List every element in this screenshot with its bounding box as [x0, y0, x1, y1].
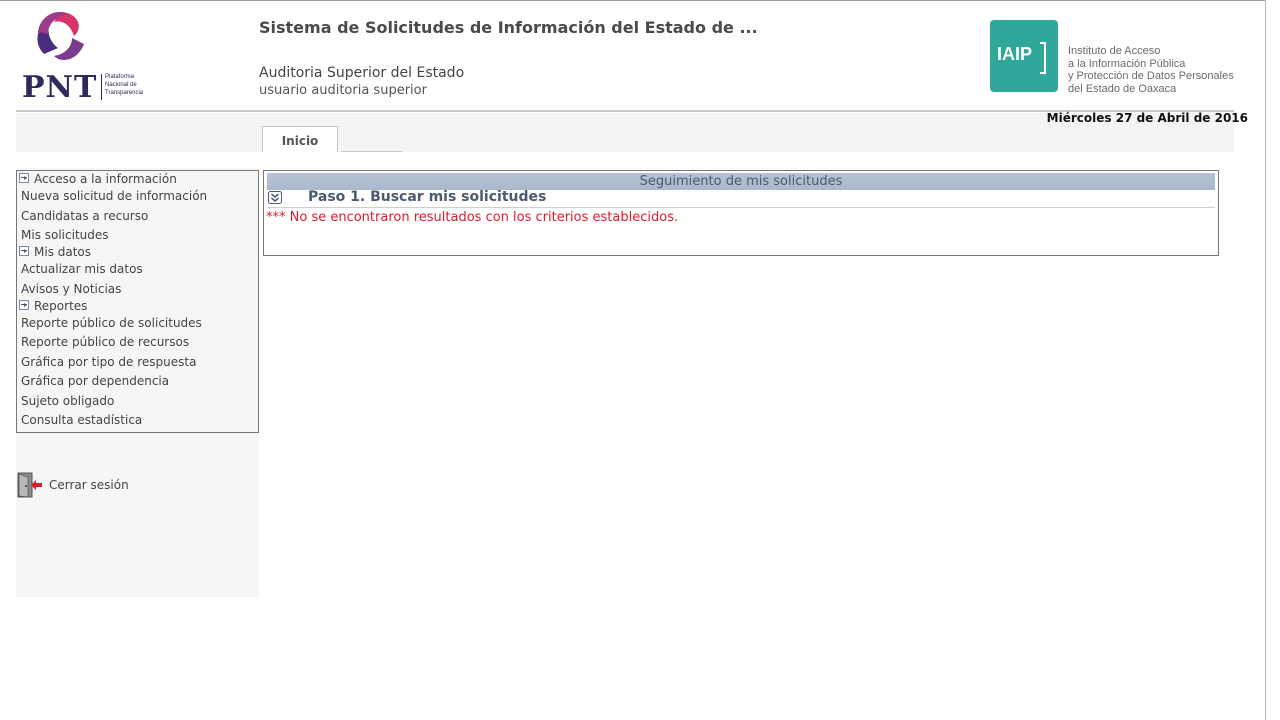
pnt-sub-line: Nacional de [105, 82, 137, 88]
step-label: Paso 1. Buscar mis solicitudes [308, 189, 547, 205]
system-title: Sistema de Solicitudes de Información de… [259, 18, 758, 37]
iaip-bracket-icon [1040, 42, 1046, 74]
no-results-message: *** No se encontraron resultados con los… [266, 210, 679, 225]
iaip-logo-text: IAIP [997, 44, 1033, 64]
current-date: Miércoles 27 de Abril de 2016 [1046, 111, 1248, 125]
menu-item-grafica-dependencia[interactable]: Gráfica por dependencia [21, 374, 169, 388]
iaip-logo: IAIP [990, 20, 1058, 92]
right-border [1265, 0, 1266, 720]
sidebar-menu: Acceso a la información Nueva solicitud … [16, 170, 259, 433]
menu-item-actualizar[interactable]: Actualizar mis datos [21, 262, 143, 276]
menu-item-consulta[interactable]: Consulta estadística [21, 413, 142, 427]
step-row: Paso 1. Buscar mis solicitudes [267, 189, 1215, 208]
section-label: Reportes [34, 299, 88, 313]
menu-item-sujeto[interactable]: Sujeto obligado [21, 394, 114, 408]
expand-icon [19, 300, 29, 310]
pnt-wordmark: PNT [22, 70, 98, 105]
section-label: Mis datos [34, 245, 92, 259]
menu-item-grafica-respuesta[interactable]: Gráfica por tipo de respuesta [21, 355, 196, 369]
expand-icon [19, 173, 29, 183]
section-reportes[interactable]: Reportes [19, 299, 87, 313]
logout-door-icon [17, 472, 42, 498]
section-mis-datos[interactable]: Mis datos [19, 245, 91, 259]
iaip-description: Instituto de Acceso a la Información Púb… [1068, 45, 1234, 95]
logout-label: Cerrar sesión [49, 478, 129, 492]
expand-icon [19, 246, 29, 256]
iaip-desc-line: a la Información Pública [1068, 57, 1186, 70]
entity-name: Auditoria Superior del Estado [259, 65, 465, 81]
menu-item-reporte-solicitudes[interactable]: Reporte público de solicitudes [21, 316, 202, 330]
section-label: Acceso a la información [34, 172, 177, 186]
menu-item-mis-solicitudes[interactable]: Mis solicitudes [21, 228, 109, 242]
iaip-desc-line: del Estado de Oaxaca [1068, 82, 1177, 95]
top-border [0, 0, 1266, 1]
menu-item-reporte-recursos[interactable]: Reporte público de recursos [21, 335, 189, 349]
pnt-sub-line: Transparencia [105, 90, 144, 96]
pnt-sub-line: Plataforma [105, 74, 135, 80]
double-chevron-down-icon[interactable] [268, 191, 282, 204]
user-name: usuario auditoria superior [259, 83, 427, 98]
pnt-divider [101, 74, 102, 100]
iaip-desc-line: Instituto de Acceso [1068, 45, 1161, 57]
tracking-panel: Seguimiento de mis solicitudes Paso 1. B… [263, 170, 1219, 256]
section-acceso[interactable]: Acceso a la información [19, 172, 177, 186]
tab-inicio[interactable]: Inicio [262, 126, 338, 152]
menu-item-candidatas[interactable]: Candidatas a recurso [21, 209, 148, 223]
pnt-subtitle: Plataforma Nacional de Transparencia [105, 73, 143, 97]
menu-item-nueva-solicitud[interactable]: Nueva solicitud de información [21, 189, 207, 203]
menu-item-avisos[interactable]: Avisos y Noticias [21, 282, 121, 296]
panel-title: Seguimiento de mis solicitudes [267, 173, 1215, 190]
iaip-desc-line: y Protección de Datos Personales [1068, 70, 1234, 82]
tab-underline [341, 151, 402, 152]
